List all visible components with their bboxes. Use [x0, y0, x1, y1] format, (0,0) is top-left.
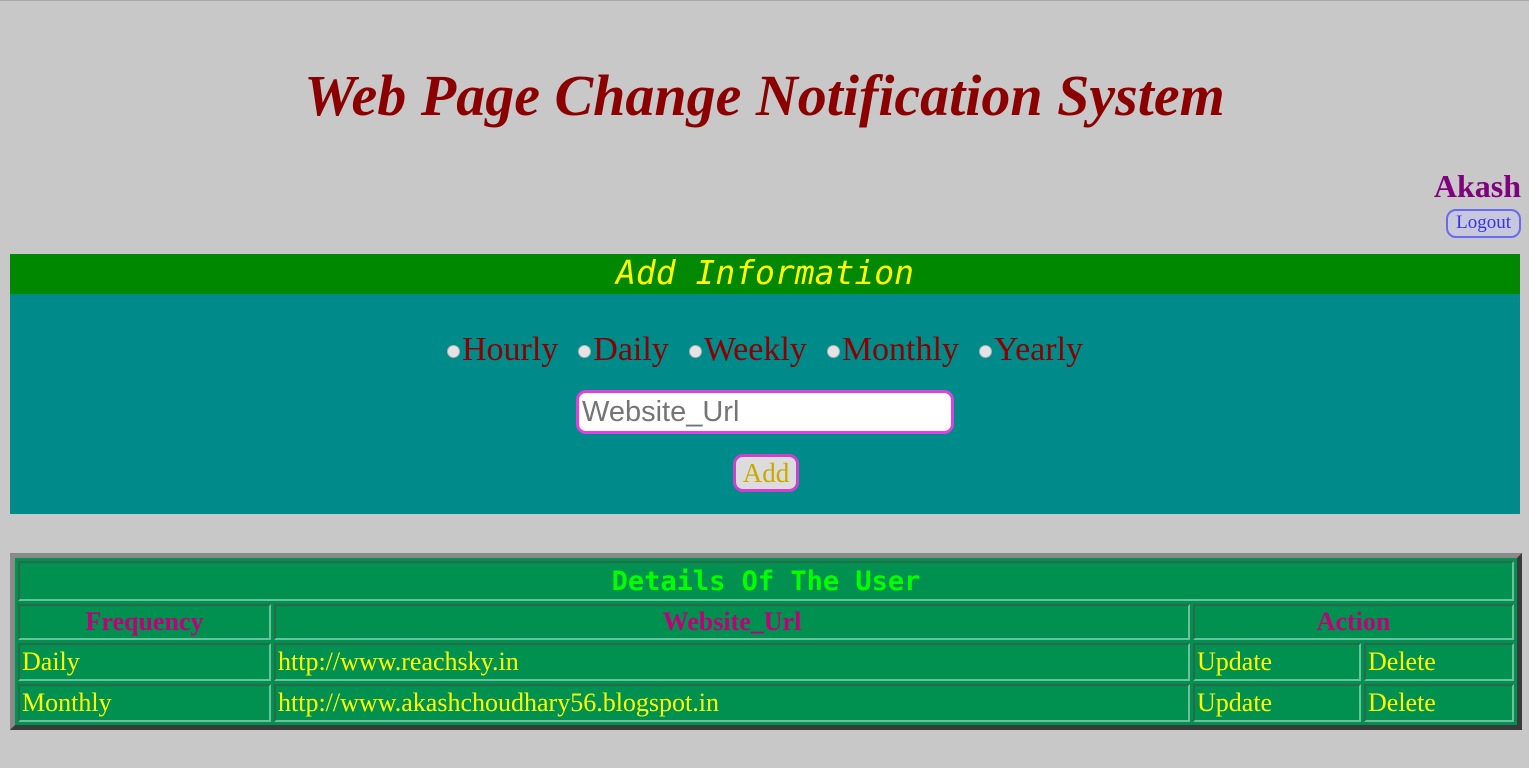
weekly-radio[interactable] [688, 344, 702, 358]
delete-link[interactable]: Delete [1364, 643, 1514, 681]
yearly-radio[interactable] [978, 344, 992, 358]
weekly-label: Weekly [703, 331, 807, 368]
add-information-panel: Add Information Hourly Daily Weekly Mont… [10, 254, 1520, 514]
frequency-option-monthly[interactable]: Monthly [826, 330, 959, 370]
delete-link[interactable]: Delete [1364, 684, 1514, 722]
details-table-title: Details Of The User [18, 561, 1514, 601]
table-row: Monthly http://www.akashchoudhary56.blog… [18, 684, 1514, 722]
update-link[interactable]: Update [1193, 643, 1361, 681]
column-header-frequency: Frequency [18, 604, 271, 640]
add-information-title: Add Information [10, 254, 1520, 294]
frequency-radio-group: Hourly Daily Weekly Monthly Yearly [10, 330, 1520, 370]
hourly-radio[interactable] [446, 344, 460, 358]
user-details-table: Details Of The User Frequency Website_Ur… [10, 553, 1522, 730]
monthly-radio[interactable] [826, 344, 840, 358]
frequency-option-yearly[interactable]: Yearly [978, 330, 1084, 370]
row-website-url: http://www.reachsky.in [274, 643, 1190, 681]
column-header-action: Action [1193, 604, 1514, 640]
user-name: Akash [1433, 168, 1521, 204]
page-title: Web Page Change Notification System [304, 63, 1225, 128]
add-button[interactable]: Add [733, 454, 799, 492]
table-row: Daily http://www.reachsky.in Update Dele… [18, 643, 1514, 681]
row-frequency: Daily [18, 643, 271, 681]
website-url-input[interactable] [576, 390, 954, 434]
daily-radio[interactable] [578, 344, 592, 358]
frequency-option-daily[interactable]: Daily [578, 330, 669, 370]
row-frequency: Monthly [18, 684, 271, 722]
daily-label: Daily [593, 331, 669, 368]
monthly-label: Monthly [841, 331, 959, 368]
column-header-website-url: Website_Url [274, 604, 1190, 640]
frequency-option-weekly[interactable]: Weekly [688, 330, 807, 370]
user-box: Akash Logout [1434, 169, 1521, 238]
row-website-url: http://www.akashchoudhary56.blogspot.in [274, 684, 1190, 722]
logout-button[interactable]: Logout [1446, 209, 1521, 238]
frequency-option-hourly[interactable]: Hourly [446, 330, 559, 370]
yearly-label: Yearly [993, 331, 1084, 368]
hourly-label: Hourly [461, 331, 559, 368]
update-link[interactable]: Update [1193, 684, 1361, 722]
